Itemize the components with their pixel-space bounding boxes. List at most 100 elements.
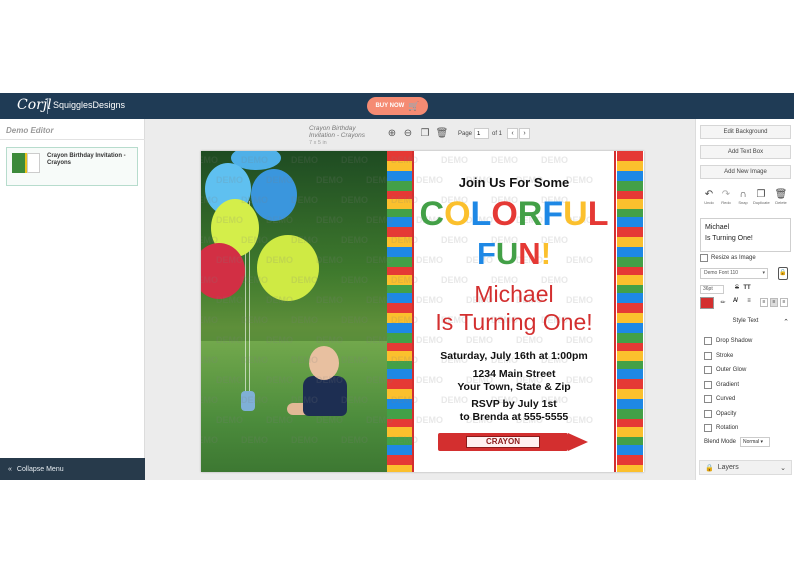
snap-button[interactable]: ∩ Snap [735,189,751,205]
opacity-option[interactable]: Opacity [704,410,736,418]
rotation-checkbox[interactable] [704,424,712,432]
cart-icon: 🛒 [408,100,420,111]
curved-checkbox[interactable] [704,395,712,403]
invite-rsvp-line2[interactable]: to Brenda at 555-5555 [414,411,614,423]
strikethrough-icon[interactable]: S [732,285,742,291]
outer-glow-checkbox[interactable] [704,366,712,374]
style-text-toggle[interactable]: Style Text ⌃ [700,318,791,329]
next-page-button[interactable]: › [519,128,530,139]
resize-as-image-row[interactable]: Resize as Image [700,254,756,262]
redo-button[interactable]: ↷ Redo [718,189,734,205]
align-left-icon[interactable]: ≡ [760,298,768,307]
crayon-graphic[interactable]: CRAYON [438,433,588,451]
zoom-out-icon[interactable]: ⊖ [402,127,414,139]
colorful-letter: C [419,195,445,233]
opacity-checkbox[interactable] [704,410,712,418]
delete-label: Delete [775,200,787,205]
copy-page-icon[interactable]: ❐ [419,127,431,139]
gradient-option[interactable]: Gradient [704,381,739,389]
drop-shadow-option[interactable]: Drop Shadow [704,337,752,345]
right-panel: Edit Background Add Text Box Add New Ima… [695,119,794,480]
drop-shadow-checkbox[interactable] [704,337,712,345]
stroke-option[interactable]: Stroke [704,352,733,360]
layers-panel-toggle[interactable]: 🔒 Layers ⌄ [699,460,792,475]
gradient-checkbox[interactable] [704,381,712,389]
resize-as-image-checkbox[interactable] [700,254,708,262]
curved-option[interactable]: Curved [704,395,735,403]
design-canvas[interactable]: DEMO DEMO DEMO DEMO DEMO DEMO DEMO DEMO DEMO DEMO… [201,151,644,472]
delete-icon: 🗑 [774,189,788,200]
stroke-checkbox[interactable] [704,352,712,360]
edit-background-button[interactable]: Edit Background [700,125,791,139]
invite-colorful-text[interactable]: COLORFUL [414,195,614,234]
document-size: 7 x 5 in [309,140,327,146]
colorful-letter: O [444,195,471,233]
invite-rsvp-line1[interactable]: RSVP by July 1st [414,398,614,410]
opacity-label: Opacity [716,411,737,417]
gradient-label: Gradient [716,382,740,388]
undo-label: Undo [704,200,714,205]
buy-now-button[interactable]: BUY NOW 🛒 [367,97,428,115]
invite-address-line2[interactable]: Your Town, State & Zip [414,381,614,393]
text-content-editor[interactable]: Michael Is Turning One! [700,218,791,252]
crayon-label: CRAYON [466,436,540,448]
undo-icon: ↶ [704,189,714,200]
invite-join-text[interactable]: Join Us For Some [414,175,614,190]
prev-page-button[interactable]: ‹ [507,128,518,139]
divider [0,139,145,140]
colorful-letter: L [470,195,492,233]
collapse-menu-button[interactable]: « Collapse Menu [0,458,145,480]
undo-button[interactable]: ↶ Undo [701,189,717,205]
colorful-letter: O [491,195,518,233]
text-color-swatch[interactable] [700,297,714,309]
page-label: Page [458,131,473,137]
zoom-in-icon[interactable]: ⊕ [386,127,398,139]
add-new-image-button[interactable]: Add New Image [700,165,791,179]
invite-name-line2[interactable]: Is Turning One! [414,309,614,336]
balloon [257,235,319,301]
lock-icon[interactable]: 🔒 [778,267,788,280]
document-title: Crayon Birthday Invitation - Crayons [309,125,365,139]
font-select[interactable]: Demo Font 110 ▾ [700,268,768,279]
invite-fun-text[interactable]: FUN! [414,236,614,272]
duplicate-label: Duplicate [753,200,770,205]
align-right-icon[interactable]: ≡ [780,298,788,307]
outer-glow-option[interactable]: Outer Glow [704,366,746,374]
stroke-label: Stroke [716,353,734,359]
all-caps-icon[interactable]: TT [742,285,752,291]
rotation-label: Rotation [716,425,739,431]
template-name: Crayon Birthday Invitation - Crayons [47,153,126,166]
snap-icon: ∩ [739,189,747,200]
duplicate-button[interactable]: ❐ Duplicate [753,189,770,205]
blend-mode-label: Blend Mode [704,439,737,445]
delete-button[interactable]: 🗑 Delete [773,189,789,205]
baby-photo[interactable] [201,151,387,472]
resize-as-image-label: Resize as Image [711,255,756,261]
invitation-text-area: Join Us For Some COLORFUL FUN! Michael I… [414,151,614,472]
drop-shadow-label: Drop Shadow [716,338,753,344]
letter-spacing-icon[interactable]: A̸ [730,298,740,304]
fun-letter: F [476,236,496,271]
page-number-input[interactable] [474,128,489,139]
invite-date[interactable]: Saturday, July 16th at 1:00pm [414,350,614,362]
blend-mode-row: Blend Mode Normal ▾ [704,437,771,447]
invite-name-line1[interactable]: Michael [414,281,614,308]
shop-name[interactable]: SquigglesDesigns [53,100,125,110]
align-center-icon[interactable]: ≡ [770,298,778,307]
layers-label: Layers [717,464,739,471]
chevron-down-icon: ▾ [762,270,765,276]
add-text-box-button[interactable]: Add Text Box [700,145,791,159]
balloon [201,243,245,299]
eyedropper-icon[interactable]: ✏ [718,299,728,306]
baby-body [303,376,347,416]
font-size-select[interactable]: 36pt [700,285,724,294]
line-height-icon[interactable]: ≡ [744,298,754,304]
template-list-item[interactable]: Crayon Birthday Invitation - Crayons [6,147,138,186]
invite-address-line1[interactable]: 1234 Main Street [414,368,614,380]
rotation-option[interactable]: Rotation [704,424,738,432]
chevron-up-icon: ⌃ [783,319,789,326]
redo-label: Redo [721,200,731,205]
blend-mode-select[interactable]: Normal ▾ [740,437,771,447]
balloon [251,169,297,221]
delete-page-icon[interactable]: 🗑 [436,127,449,139]
